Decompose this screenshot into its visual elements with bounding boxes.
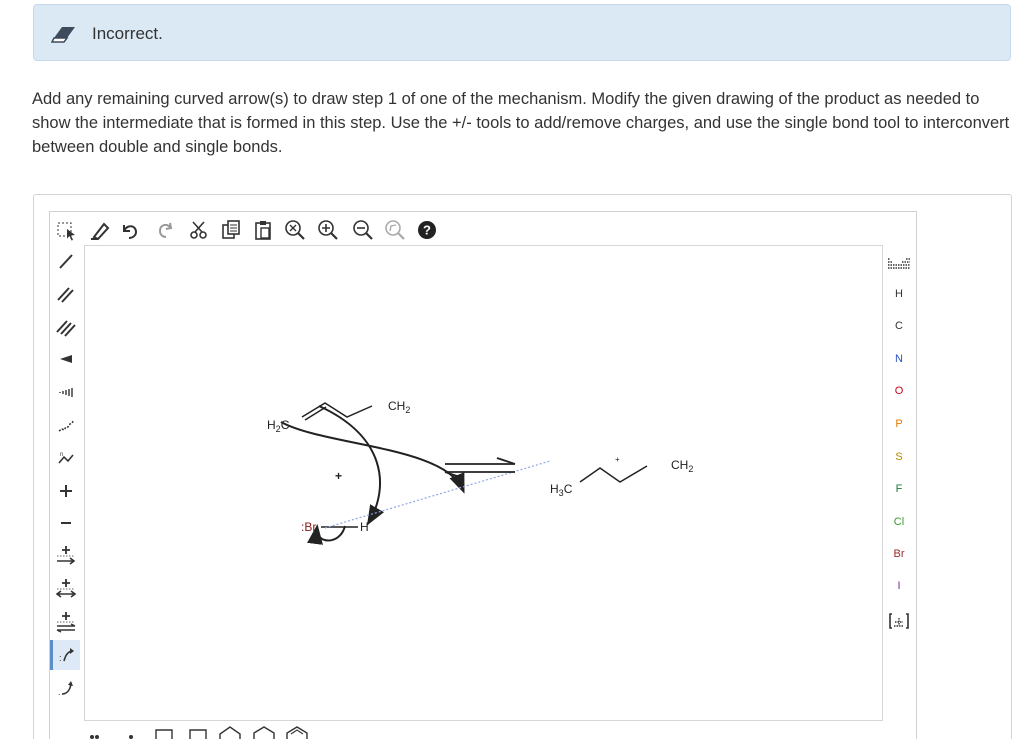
radical-icon[interactable] xyxy=(124,728,138,739)
custom-atom-icon[interactable] xyxy=(884,607,914,635)
svg-text:?: ? xyxy=(423,223,431,238)
atom-f[interactable]: F xyxy=(884,475,914,503)
reactant-h2c-label: H2C xyxy=(267,418,290,434)
cyclopentane-template-icon[interactable] xyxy=(216,725,244,739)
minus-charge-icon[interactable] xyxy=(52,509,80,537)
zoom-in-icon[interactable] xyxy=(315,217,341,243)
curved-arrow-pi-to-h[interactable] xyxy=(318,405,384,526)
cyclopropane-template-icon[interactable] xyxy=(152,726,176,739)
help-icon[interactable]: ? xyxy=(414,217,440,243)
atom-cl[interactable]: Cl xyxy=(884,508,914,536)
wavy-bond-icon[interactable] xyxy=(52,411,80,439)
reactant-ch2-label: CH2 xyxy=(388,399,410,415)
plus-arrow-icon[interactable] xyxy=(52,542,80,570)
zoom-reset-icon[interactable] xyxy=(282,217,308,243)
benzene-template-icon[interactable] xyxy=(283,725,311,739)
cyclohexane-template-icon[interactable] xyxy=(250,725,278,739)
svg-text::: : xyxy=(59,653,62,663)
erase-icon[interactable] xyxy=(86,217,112,243)
drawing-canvas[interactable]: H2C CH2 + :Br H H3C CH2 + xyxy=(84,245,883,721)
chain-icon[interactable]: n xyxy=(52,444,80,472)
reaction-arrow xyxy=(444,457,516,479)
atom-n[interactable]: N xyxy=(884,345,914,373)
periodic-table-icon[interactable] xyxy=(884,250,914,278)
svg-text:.: . xyxy=(58,687,61,697)
plus-equilibrium-icon[interactable] xyxy=(52,575,80,603)
product-charge: + xyxy=(615,455,620,464)
hbr-molecule[interactable]: :Br H xyxy=(301,520,369,534)
curved-arrow-single-icon[interactable]: . xyxy=(52,674,80,702)
atom-br[interactable]: Br xyxy=(884,540,914,568)
hbr-h-label: H xyxy=(360,520,369,534)
double-bond-icon[interactable] xyxy=(52,280,80,308)
atom-h[interactable]: H xyxy=(884,280,914,308)
cyclobutane-template-icon[interactable] xyxy=(186,726,210,739)
hash-bond-icon[interactable] xyxy=(52,378,80,406)
curved-arrow-pair-icon[interactable]: : xyxy=(50,640,80,670)
curved-arrow-large[interactable] xyxy=(280,421,465,494)
clean-icon[interactable] xyxy=(382,217,408,243)
triple-bond-icon[interactable] xyxy=(52,313,80,341)
redo-icon[interactable] xyxy=(152,217,178,243)
atom-p[interactable]: P xyxy=(884,410,914,438)
feedback-status: Incorrect. xyxy=(92,24,163,43)
feedback-banner: Incorrect. xyxy=(33,4,1011,61)
undo-icon[interactable] xyxy=(117,217,143,243)
paste-icon[interactable] xyxy=(250,217,276,243)
mechanism-drawing[interactable]: H2C CH2 + :Br H H3C CH2 + xyxy=(85,246,884,722)
product-h3c-label: H3C xyxy=(550,482,573,498)
curved-arrow-hbr-to-br[interactable] xyxy=(307,524,346,545)
single-bond-icon[interactable] xyxy=(52,247,80,275)
eraser-icon xyxy=(51,27,75,43)
copy-icon[interactable] xyxy=(218,217,244,243)
bromine-label: :Br xyxy=(301,520,316,534)
atom-i[interactable]: I xyxy=(884,572,914,600)
atom-c[interactable]: C xyxy=(884,312,914,340)
product-ch2-label: CH2 xyxy=(671,458,693,474)
wedge-bond-icon[interactable] xyxy=(52,345,80,373)
plus-charge-icon[interactable] xyxy=(52,477,80,505)
cut-icon[interactable] xyxy=(186,217,212,243)
atom-s[interactable]: S xyxy=(884,443,914,471)
plus-resonance-icon[interactable] xyxy=(52,608,80,636)
zoom-out-icon[interactable] xyxy=(350,217,376,243)
question-text: Add any remaining curved arrow(s) to dra… xyxy=(32,90,1010,156)
atom-o[interactable]: O xyxy=(884,377,914,405)
product-molecule[interactable]: H3C CH2 + xyxy=(550,455,693,498)
dotted-guide-line xyxy=(324,460,551,529)
plus-sign: + xyxy=(335,469,342,483)
lone-pair-icon[interactable] xyxy=(88,728,102,739)
select-icon[interactable] xyxy=(54,218,80,244)
svg-text:n: n xyxy=(60,452,63,458)
